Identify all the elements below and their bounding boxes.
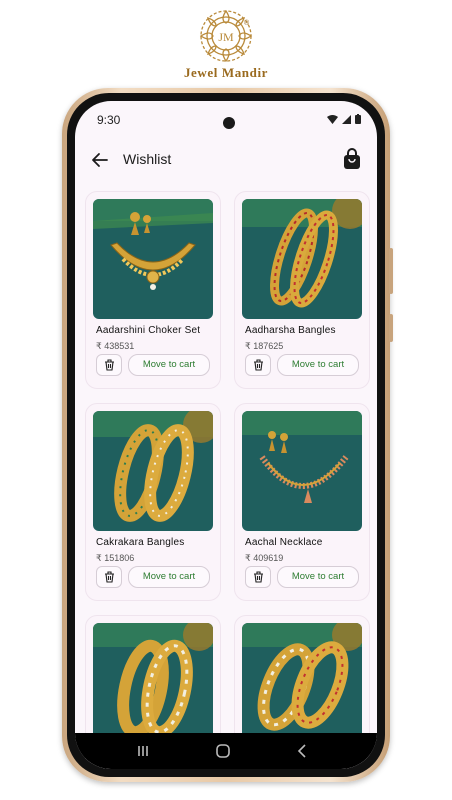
- app-header: Wishlist: [75, 141, 377, 181]
- trash-icon: [253, 359, 263, 371]
- brand-emblem-icon: JM: [199, 9, 253, 63]
- status-icons: [327, 114, 361, 124]
- back-arrow-icon[interactable]: [89, 149, 111, 171]
- phone-frame: 9:30 Wishlist Aadarshini Choker Set ₹ 43…: [62, 88, 393, 782]
- brand-logo: JM ® Jewel Mandir: [0, 8, 452, 81]
- delete-button[interactable]: [245, 354, 271, 376]
- recent-apps-icon[interactable]: [133, 741, 153, 761]
- product-name: Aadharsha Bangles: [245, 325, 336, 336]
- trash-icon: [253, 571, 263, 583]
- product-name: Cakrakara Bangles: [96, 537, 185, 548]
- product-image[interactable]: [242, 623, 362, 743]
- front-camera: [223, 117, 235, 129]
- registered-mark-icon: ®: [244, 20, 250, 27]
- signal-icon: [342, 114, 351, 124]
- delete-button[interactable]: [245, 566, 271, 588]
- product-name: Aadarshini Choker Set: [96, 325, 201, 336]
- move-to-cart-button[interactable]: Move to cart: [128, 354, 210, 376]
- delete-button[interactable]: [96, 566, 122, 588]
- page-title: Wishlist: [123, 151, 172, 167]
- battery-icon: [355, 114, 361, 124]
- move-to-cart-button[interactable]: Move to cart: [128, 566, 210, 588]
- trash-icon: [104, 359, 114, 371]
- wifi-icon: [327, 114, 338, 124]
- product-image[interactable]: [93, 623, 213, 743]
- back-nav-icon[interactable]: [293, 741, 313, 761]
- product-name: Aachal Necklace: [245, 537, 323, 548]
- wishlist-card[interactable]: Aadharsha Bangles ₹ 187625 Move to cart: [234, 191, 370, 389]
- status-time: 9:30: [97, 113, 121, 127]
- status-bar: 9:30: [75, 101, 377, 135]
- product-image[interactable]: [242, 199, 362, 319]
- phone-bezel: 9:30 Wishlist Aadarshini Choker Set ₹ 43…: [67, 93, 385, 777]
- wishlist-card[interactable]: Aachal Necklace ₹ 409619 Move to cart: [234, 403, 370, 601]
- delete-button[interactable]: [96, 354, 122, 376]
- product-price: ₹ 438531: [96, 341, 135, 351]
- product-price: ₹ 409619: [245, 553, 284, 563]
- product-price: ₹ 151806: [96, 553, 135, 563]
- wishlist-card[interactable]: Aadarshini Choker Set ₹ 438531 Move to c…: [85, 191, 221, 389]
- volume-button: [389, 248, 393, 294]
- trash-icon: [104, 571, 114, 583]
- app-screen: 9:30 Wishlist Aadarshini Choker Set ₹ 43…: [75, 101, 377, 769]
- svg-text:JM: JM: [218, 30, 234, 44]
- move-to-cart-button[interactable]: Move to cart: [277, 566, 359, 588]
- home-icon[interactable]: [213, 741, 233, 761]
- brand-name: Jewel Mandir: [183, 65, 269, 80]
- move-to-cart-button[interactable]: Move to cart: [277, 354, 359, 376]
- power-button: [389, 314, 393, 342]
- product-image[interactable]: [93, 199, 213, 319]
- wishlist-card[interactable]: Cakrakara Bangles ₹ 151806 Move to cart: [85, 403, 221, 601]
- product-image[interactable]: [242, 411, 362, 531]
- shopping-bag-icon[interactable]: [341, 147, 363, 171]
- product-price: ₹ 187625: [245, 341, 284, 351]
- product-image[interactable]: [93, 411, 213, 531]
- system-nav-bar: [75, 733, 377, 769]
